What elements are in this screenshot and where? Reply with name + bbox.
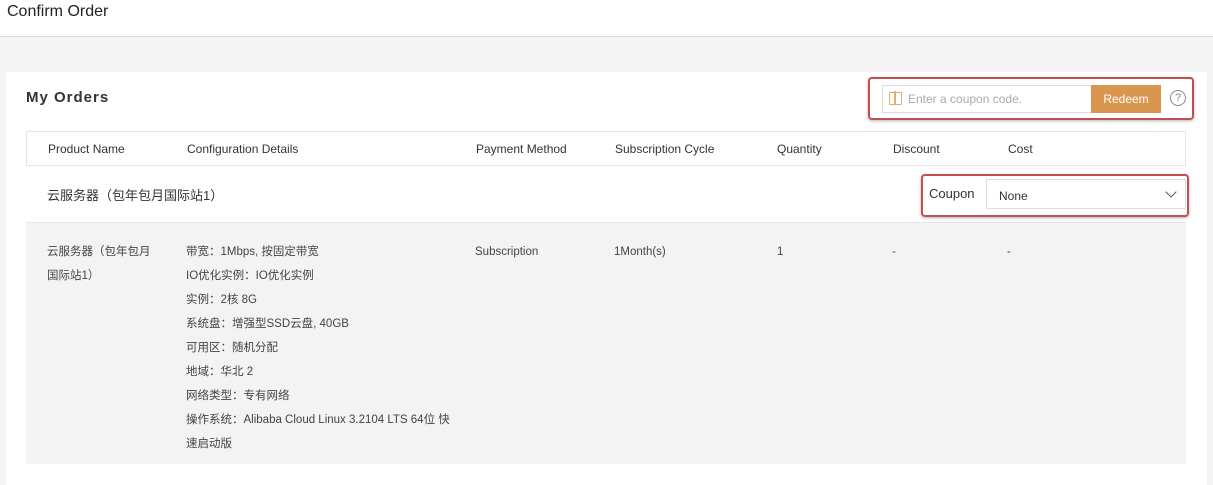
column-header: Configuration Details bbox=[187, 142, 299, 156]
order-group: 云服务器（包年包月国际站1） Coupon None bbox=[26, 166, 1189, 223]
column-header: Cost bbox=[1008, 142, 1033, 156]
config-line: 可用区：随机分配 bbox=[186, 342, 278, 354]
page-title: Confirm Order bbox=[7, 3, 109, 20]
config-line: 速启动版 bbox=[186, 438, 232, 450]
config-line: 带宽：1Mbps, 按固定带宽 bbox=[186, 246, 319, 258]
column-header: Quantity bbox=[777, 142, 822, 156]
gift-icon bbox=[889, 91, 902, 105]
coupon-select[interactable]: None bbox=[986, 179, 1186, 209]
redeem-button[interactable]: Redeem bbox=[1091, 85, 1161, 113]
config-line: 操作系统：Alibaba Cloud Linux 3.2104 LTS 64位 … bbox=[186, 414, 450, 426]
table-header: Product Name Configuration Details Payme… bbox=[26, 131, 1186, 166]
card-title: My Orders bbox=[26, 89, 110, 106]
chevron-down-icon bbox=[1165, 186, 1177, 198]
product-name-line: 国际站1） bbox=[47, 270, 100, 282]
config-line: 实例：2核 8G bbox=[186, 294, 257, 306]
coupon-code-box: Redeem bbox=[882, 85, 1161, 113]
config-line: 系统盘：增强型SSD云盘, 40GB bbox=[186, 318, 349, 330]
group-name: 云服务器（包年包月国际站1） bbox=[47, 188, 224, 203]
config-line: IO优化实例：IO优化实例 bbox=[186, 270, 314, 282]
table-row: 云服务器（包年包月 国际站1） 带宽：1Mbps, 按固定带宽 IO优化实例：I… bbox=[26, 223, 1186, 464]
config-line: 网络类型：专有网络 bbox=[186, 390, 290, 402]
payment-method: Subscription bbox=[475, 246, 539, 258]
subscription-cycle: 1Month(s) bbox=[614, 246, 666, 258]
coupon-code-input[interactable] bbox=[908, 86, 1088, 112]
discount: - bbox=[892, 246, 896, 258]
product-name-line: 云服务器（包年包月 bbox=[47, 246, 151, 258]
config-line: 地域：华北 2 bbox=[186, 366, 254, 378]
column-header: Payment Method bbox=[476, 142, 567, 156]
help-icon[interactable]: ? bbox=[1170, 90, 1186, 106]
column-header: Discount bbox=[893, 142, 940, 156]
product-name: 云服务器（包年包月 国际站1） bbox=[47, 240, 151, 288]
coupon-select-value: None bbox=[999, 189, 1028, 203]
column-header: Subscription Cycle bbox=[615, 142, 715, 156]
column-header: Product Name bbox=[48, 142, 125, 156]
quantity: 1 bbox=[777, 246, 784, 258]
coupon-label: Coupon bbox=[929, 186, 975, 201]
configuration-details: 带宽：1Mbps, 按固定带宽 IO优化实例：IO优化实例 实例：2核 8G 系… bbox=[186, 240, 450, 456]
my-orders-card: My Orders Redeem ? Product Name Configur… bbox=[6, 72, 1207, 485]
cost: - bbox=[1007, 246, 1011, 258]
top-bar: Confirm Order bbox=[0, 0, 1213, 37]
